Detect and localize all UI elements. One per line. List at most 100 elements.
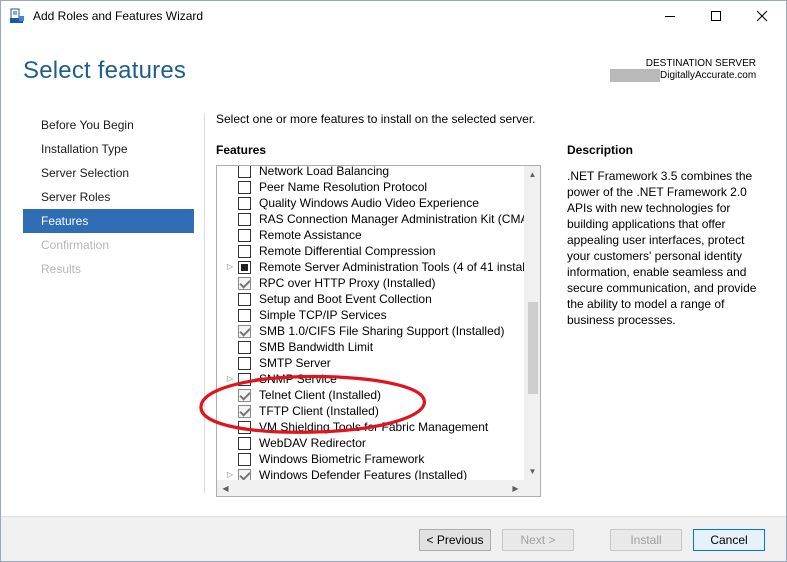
feature-label: SMB Bandwidth Limit — [259, 340, 374, 354]
scrollbar-corner — [524, 480, 540, 496]
feature-label: Setup and Boot Event Collection — [259, 292, 432, 306]
feature-checkbox — [238, 389, 251, 402]
scroll-right-icon[interactable]: ▶ — [507, 480, 524, 496]
feature-label: TFTP Client (Installed) — [259, 404, 379, 418]
wizard-app-icon — [9, 8, 25, 24]
feature-row[interactable]: SMB Bandwidth Limit — [217, 339, 525, 355]
scroll-down-icon[interactable]: ▼ — [524, 463, 540, 480]
feature-checkbox[interactable] — [238, 229, 251, 242]
feature-row[interactable]: SMTP Server — [217, 355, 525, 371]
title-bar: Add Roles and Features Wizard — [1, 1, 786, 31]
install-button: Install — [610, 529, 682, 551]
feature-row[interactable]: SMB 1.0/CIFS File Sharing Support (Insta… — [217, 323, 525, 339]
feature-checkbox[interactable] — [238, 245, 251, 258]
nav-item-before-you-begin[interactable]: Before You Begin — [23, 113, 194, 137]
feature-label: RPC over HTTP Proxy (Installed) — [259, 276, 436, 290]
feature-row[interactable]: Windows Biometric Framework — [217, 451, 525, 467]
expander-arrow-icon[interactable]: ▷ — [225, 371, 235, 387]
feature-checkbox[interactable] — [238, 293, 251, 306]
footer-bar: < Previous Next > Install Cancel — [1, 516, 786, 561]
description-text: .NET Framework 3.5 combines the power of… — [567, 169, 757, 327]
feature-row[interactable]: RPC over HTTP Proxy (Installed) — [217, 275, 525, 291]
feature-row[interactable]: Network Load Balancing — [217, 165, 525, 179]
feature-label: Simple TCP/IP Services — [259, 308, 387, 322]
feature-checkbox[interactable] — [238, 181, 251, 194]
feature-checkbox — [238, 405, 251, 418]
feature-label: Telnet Client (Installed) — [259, 388, 382, 402]
feature-checkbox[interactable] — [238, 309, 251, 322]
horizontal-scrollbar[interactable]: ◀ ▶ — [217, 480, 524, 496]
feature-checkbox[interactable] — [238, 213, 251, 226]
minimize-button[interactable] — [647, 1, 693, 31]
feature-label: SMB 1.0/CIFS File Sharing Support (Insta… — [259, 324, 505, 338]
page-title: Select features — [23, 57, 187, 84]
feature-checkbox[interactable] — [238, 261, 251, 274]
feature-row[interactable]: Simple TCP/IP Services — [217, 307, 525, 323]
feature-row[interactable]: WebDAV Redirector — [217, 435, 525, 451]
feature-label: VM Shielding Tools for Fabric Management — [259, 420, 489, 434]
window-title: Add Roles and Features Wizard — [33, 9, 204, 23]
close-icon — [756, 10, 768, 22]
previous-button[interactable]: < Previous — [419, 529, 491, 551]
features-list[interactable]: Network Load Balancing Peer Name Resoluti… — [216, 165, 541, 497]
feature-checkbox[interactable] — [238, 357, 251, 370]
feature-row[interactable]: ▷ SNMP Service — [217, 371, 525, 387]
features-list-items: Network Load Balancing Peer Name Resoluti… — [217, 165, 525, 483]
feature-label: Network Load Balancing — [259, 165, 390, 178]
scrollbar-thumb[interactable] — [528, 302, 538, 394]
feature-label: Remote Server Administration Tools (4 of… — [259, 260, 525, 274]
nav-item-server-selection[interactable]: Server Selection — [23, 161, 194, 185]
feature-checkbox[interactable] — [238, 453, 251, 466]
feature-label: WebDAV Redirector — [259, 436, 366, 450]
next-button: Next > — [502, 529, 574, 551]
expander-arrow-icon[interactable]: ▷ — [225, 259, 235, 275]
wizard-window: Add Roles and Features Wizard Select fea… — [0, 0, 787, 562]
feature-row[interactable]: Remote Assistance — [217, 227, 525, 243]
feature-row[interactable]: Telnet Client (Installed) — [217, 387, 525, 403]
feature-checkbox[interactable] — [238, 421, 251, 434]
feature-row[interactable]: Remote Differential Compression — [217, 243, 525, 259]
feature-checkbox[interactable] — [238, 437, 251, 450]
close-button[interactable] — [739, 1, 785, 31]
feature-row[interactable]: TFTP Client (Installed) — [217, 403, 525, 419]
feature-checkbox — [238, 277, 251, 290]
feature-row[interactable]: Peer Name Resolution Protocol — [217, 179, 525, 195]
cancel-button[interactable]: Cancel — [693, 529, 765, 551]
wizard-nav: Before You Begin Installation Type Serve… — [23, 113, 194, 281]
feature-checkbox — [238, 325, 251, 338]
feature-row[interactable]: Quality Windows Audio Video Experience — [217, 195, 525, 211]
feature-row[interactable]: Setup and Boot Event Collection — [217, 291, 525, 307]
feature-checkbox[interactable] — [238, 166, 251, 178]
vertical-scrollbar[interactable]: ▲ ▼ — [524, 166, 540, 480]
minimize-icon — [665, 16, 675, 17]
feature-row[interactable]: RAS Connection Manager Administration Ki… — [217, 211, 525, 227]
feature-label: SMTP Server — [259, 356, 331, 370]
features-heading: Features — [216, 143, 267, 157]
nav-item-features[interactable]: Features — [23, 209, 194, 233]
feature-label: Quality Windows Audio Video Experience — [259, 196, 479, 210]
feature-checkbox[interactable] — [238, 373, 251, 386]
feature-checkbox[interactable] — [238, 341, 251, 354]
maximize-button[interactable] — [693, 1, 739, 31]
nav-item-server-roles[interactable]: Server Roles — [23, 185, 194, 209]
feature-label: SNMP Service — [259, 372, 337, 386]
feature-label: Windows Biometric Framework — [259, 452, 425, 466]
feature-label: Peer Name Resolution Protocol — [259, 180, 428, 194]
nav-item-confirmation: Confirmation — [41, 238, 110, 252]
feature-row[interactable]: ▷ Remote Server Administration Tools (4 o… — [217, 259, 525, 275]
destination-server-name: DigitallyAccurate.com — [660, 70, 757, 81]
description-heading: Description — [567, 143, 634, 157]
scroll-left-icon[interactable]: ◀ — [217, 480, 234, 496]
feature-label: Remote Differential Compression — [259, 244, 436, 258]
feature-label: Remote Assistance — [259, 228, 362, 242]
scroll-up-icon[interactable]: ▲ — [524, 166, 540, 183]
feature-label: RAS Connection Manager Administration Ki… — [259, 212, 525, 226]
nav-item-results: Results — [41, 262, 82, 276]
feature-row[interactable]: VM Shielding Tools for Fabric Management — [217, 419, 525, 435]
maximize-icon — [711, 11, 721, 21]
redacted-server-name — [610, 69, 660, 82]
nav-divider — [204, 113, 205, 493]
destination-server-label: DESTINATION SERVER — [645, 58, 756, 69]
nav-item-installation-type[interactable]: Installation Type — [23, 137, 194, 161]
feature-checkbox[interactable] — [238, 197, 251, 210]
